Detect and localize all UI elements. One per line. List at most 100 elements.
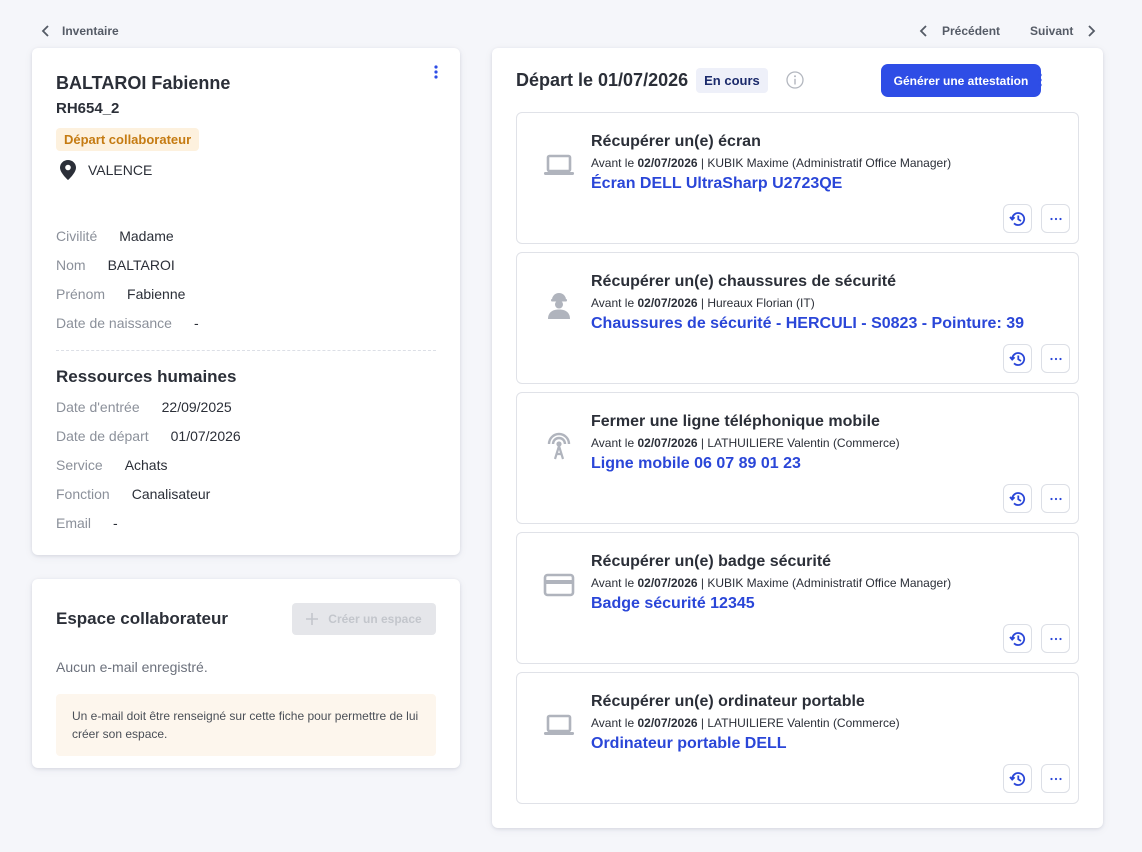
history-icon bbox=[1008, 631, 1025, 646]
departure-card: Départ le 01/07/2026 En cours Générer un… bbox=[492, 48, 1103, 828]
assignee: | LATHUILIERE Valentin (Commerce) bbox=[697, 436, 900, 450]
task-item-link[interactable]: Chaussures de sécurité - HERCULI - S0823… bbox=[591, 315, 1024, 333]
task-item-link[interactable]: Badge sécurité 12345 bbox=[591, 595, 755, 613]
task-card: Récupérer un(e) chaussures de sécurité A… bbox=[516, 252, 1079, 384]
more-options-button[interactable] bbox=[1041, 204, 1070, 233]
profile-menu-button[interactable] bbox=[427, 61, 445, 83]
employee-profile-card: BALTAROI Fabienne RH654_2 Départ collabo… bbox=[32, 48, 460, 555]
task-title: Récupérer un(e) badge sécurité bbox=[591, 553, 832, 570]
create-space-button[interactable]: Créer un espace bbox=[292, 603, 436, 635]
task-title: Récupérer un(e) écran bbox=[591, 133, 761, 150]
more-options-button[interactable] bbox=[1041, 764, 1070, 793]
more-horizontal-icon bbox=[1049, 357, 1062, 360]
history-icon bbox=[1008, 211, 1025, 226]
info-icon[interactable] bbox=[786, 71, 804, 89]
history-icon bbox=[1008, 771, 1025, 786]
antenna-icon bbox=[541, 427, 577, 463]
email-warning: Un e-mail doit être renseigné sur cette … bbox=[56, 694, 436, 756]
laptop-icon bbox=[541, 707, 577, 743]
card-icon bbox=[541, 567, 577, 603]
more-horizontal-icon bbox=[1049, 777, 1062, 780]
task-meta: Avant le 02/07/2026 | KUBIK Maxime (Admi… bbox=[591, 576, 951, 590]
no-email-text: Aucun e-mail enregistré. bbox=[56, 659, 208, 675]
field-value: Madame bbox=[119, 227, 174, 244]
more-horizontal-icon bbox=[1049, 497, 1062, 500]
field-label: Fonction bbox=[56, 485, 110, 502]
field-row: Date d'entrée 22/09/2025 bbox=[56, 392, 436, 421]
field-value: 22/09/2025 bbox=[161, 398, 232, 415]
due-date: 02/07/2026 bbox=[637, 716, 698, 730]
back-to-inventory-link[interactable]: Inventaire bbox=[40, 24, 119, 38]
task-meta: Avant le 02/07/2026 | LATHUILIERE Valent… bbox=[591, 716, 900, 730]
due-date: 02/07/2026 bbox=[637, 296, 698, 310]
history-button[interactable] bbox=[1003, 204, 1032, 233]
due-prefix: Avant le bbox=[591, 156, 638, 170]
departure-menu-button[interactable] bbox=[1031, 69, 1049, 91]
more-options-button[interactable] bbox=[1041, 624, 1070, 653]
history-button[interactable] bbox=[1003, 484, 1032, 513]
task-title: Fermer une ligne téléphonique mobile bbox=[591, 413, 880, 430]
task-item-link[interactable]: Ordinateur portable DELL bbox=[591, 735, 787, 753]
history-button[interactable] bbox=[1003, 624, 1032, 653]
due-prefix: Avant le bbox=[591, 436, 638, 450]
task-item-link[interactable]: Ligne mobile 06 07 89 01 23 bbox=[591, 455, 801, 473]
field-value: BALTAROI bbox=[107, 256, 175, 273]
task-card: Fermer une ligne téléphonique mobile Ava… bbox=[516, 392, 1079, 524]
field-label: Civilité bbox=[56, 227, 98, 244]
field-row: Prénom Fabienne bbox=[56, 279, 436, 308]
more-vertical-icon bbox=[434, 65, 438, 79]
field-row: Service Achats bbox=[56, 450, 436, 479]
location: VALENCE bbox=[56, 160, 436, 180]
due-date: 02/07/2026 bbox=[637, 436, 698, 450]
assignee: | LATHUILIERE Valentin (Commerce) bbox=[697, 716, 900, 730]
due-date: 02/07/2026 bbox=[637, 156, 698, 170]
task-title: Récupérer un(e) chaussures de sécurité bbox=[591, 273, 897, 290]
chevron-right-icon bbox=[1088, 25, 1096, 37]
assignee: | Hureaux Florian (IT) bbox=[697, 296, 815, 310]
previous-label: Précédent bbox=[942, 24, 1001, 38]
task-item-link[interactable]: Écran DELL UltraSharp U2723QE bbox=[591, 175, 842, 193]
field-value: - bbox=[193, 314, 199, 331]
laptop-icon bbox=[541, 147, 577, 183]
field-label: Date d'entrée bbox=[56, 398, 140, 415]
field-label: Nom bbox=[56, 256, 86, 273]
history-button[interactable] bbox=[1003, 764, 1032, 793]
employee-space-title: Espace collaborateur bbox=[56, 609, 228, 628]
departure-title: Départ le 01/07/2026 bbox=[516, 69, 689, 90]
more-options-button[interactable] bbox=[1041, 344, 1070, 373]
status-badge: Départ collaborateur bbox=[56, 128, 200, 151]
history-button[interactable] bbox=[1003, 344, 1032, 373]
field-label: Service bbox=[56, 456, 103, 473]
field-label: Prénom bbox=[56, 285, 106, 302]
history-icon bbox=[1008, 351, 1025, 366]
task-card: Récupérer un(e) écran Avant le 02/07/202… bbox=[516, 112, 1079, 244]
identity-fields: Civilité Madame Nom BALTAROI Prénom Fabienn… bbox=[56, 221, 436, 337]
previous-button[interactable]: Précédent bbox=[918, 24, 1000, 38]
field-row: Date de départ 01/07/2026 bbox=[56, 421, 436, 450]
task-card: Récupérer un(e) badge sécurité Avant le … bbox=[516, 532, 1079, 664]
more-vertical-icon bbox=[1038, 73, 1042, 87]
field-label: Email bbox=[56, 514, 92, 531]
field-value: Fabienne bbox=[127, 285, 186, 302]
hr-fields: Date d'entrée 22/09/2025 Date de départ 01… bbox=[56, 392, 436, 537]
employee-name: BALTAROI Fabienne bbox=[56, 73, 231, 93]
more-options-button[interactable] bbox=[1041, 484, 1070, 513]
task-title: Récupérer un(e) ordinateur portable bbox=[591, 693, 865, 710]
employee-id: RH654_2 bbox=[56, 100, 120, 117]
next-button[interactable]: Suivant bbox=[1030, 24, 1097, 38]
task-meta: Avant le 02/07/2026 | LATHUILIERE Valent… bbox=[591, 436, 900, 450]
plus-icon bbox=[306, 613, 319, 625]
assignee: | KUBIK Maxime (Administratif Office Man… bbox=[697, 156, 952, 170]
generate-certificate-button[interactable]: Générer une attestation bbox=[881, 64, 1041, 97]
status-badge: En cours bbox=[696, 67, 768, 93]
task-meta: Avant le 02/07/2026 | Hureaux Florian (I… bbox=[591, 296, 815, 310]
due-date: 02/07/2026 bbox=[637, 576, 698, 590]
next-label: Suivant bbox=[1030, 24, 1074, 38]
chevron-left-icon bbox=[41, 25, 49, 37]
field-value: 01/07/2026 bbox=[170, 427, 241, 444]
chevron-left-icon bbox=[919, 25, 927, 37]
field-row: Email - bbox=[56, 508, 436, 537]
due-prefix: Avant le bbox=[591, 296, 638, 310]
hr-section-title: Ressources humaines bbox=[56, 367, 237, 386]
field-value: Achats bbox=[124, 456, 168, 473]
